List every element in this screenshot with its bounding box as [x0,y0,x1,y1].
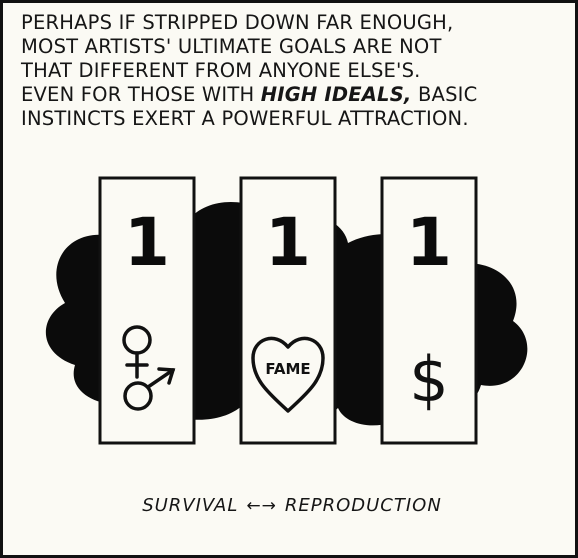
slot-3-number: 1 [406,204,452,281]
slot-reel-2: 1 FAME [239,176,337,445]
slot-1-number: 1 [124,204,170,281]
slot-reel-1: 1 [98,176,196,445]
survival-label: SURVIVAL [142,495,239,516]
reproduction-label: REPRODUCTION [284,495,442,516]
double-arrow-icon: ←→ [246,496,277,516]
footer-caption: SURVIVAL ←→ REPRODUCTION [3,495,578,516]
slot-reel-3: 1 $ [380,176,478,445]
comic-panel: PERHAPS IF STRIPPED DOWN FAR ENOUGH, MOS… [0,0,578,558]
dollar-sign-icon: $ [409,343,448,416]
slot-2-number: 1 [265,204,311,281]
fame-label: FAME [265,360,310,378]
slot-machine-illustration: 1 1 FAME 1 $ [45,176,528,445]
